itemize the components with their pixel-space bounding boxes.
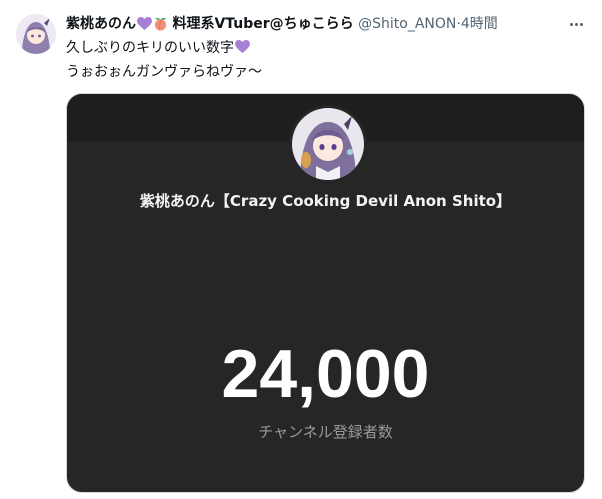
display-name-suffix[interactable]: 料理系VTuber@ちゅこらら: [172, 16, 353, 32]
subscriber-count: 24,000: [221, 336, 430, 412]
purple-heart-icon: [137, 16, 152, 35]
tweet-timestamp[interactable]: 4時間: [461, 16, 498, 32]
more-horizontal-icon[interactable]: [566, 12, 586, 36]
tweet-text-line-2: うぉおぉんガンヴァらねヴァ～: [66, 64, 262, 80]
subscriber-count-label: チャンネル登録者数: [258, 423, 393, 441]
peach-icon: [153, 16, 168, 35]
purple-heart-icon: [235, 39, 250, 61]
user-handle[interactable]: @Shito_ANON: [358, 16, 456, 32]
author-avatar[interactable]: [16, 14, 56, 54]
display-name[interactable]: 紫桃あのん: [66, 16, 136, 32]
channel-avatar: [289, 105, 367, 183]
tweet-text-line-1-text: 久しぶりのキリのいい数字: [66, 40, 234, 56]
media-card[interactable]: 紫桃あのん【Crazy Cooking Devil Anon Shito】 24…: [66, 93, 585, 493]
tweet-text-line-1: 久しぶりのキリのいい数字: [66, 37, 566, 61]
tweet-header: 紫桃あのん 料理系VTuber@ちゅこらら @Shito_ANON·4時間: [66, 13, 546, 35]
channel-name: 紫桃あのん【Crazy Cooking Devil Anon Shito】: [139, 192, 512, 210]
tweet-text: 久しぶりのキリのいい数字 うぉおぉんガンヴァらねヴァ～: [66, 37, 566, 83]
tweet[interactable]: 紫桃あのん 料理系VTuber@ちゅこらら @Shito_ANON·4時間 久し…: [0, 0, 602, 499]
